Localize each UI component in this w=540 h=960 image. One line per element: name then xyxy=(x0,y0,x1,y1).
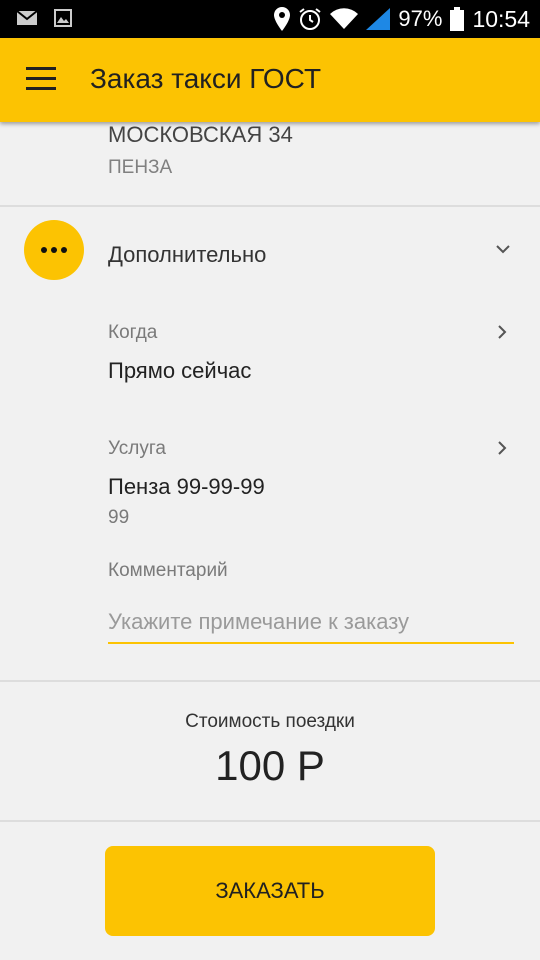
system-icons: 97% 10:54 xyxy=(274,0,530,38)
additional-section-toggle[interactable]: Дополнительно xyxy=(108,242,266,268)
location-icon xyxy=(274,7,291,31)
battery-icon xyxy=(450,7,465,31)
divider xyxy=(0,205,540,207)
chevron-down-icon[interactable] xyxy=(495,244,511,256)
address-street[interactable]: МОСКОВСКАЯ 34 xyxy=(108,122,293,148)
hamburger-menu-icon[interactable] xyxy=(24,67,58,93)
notification-icons xyxy=(16,9,72,27)
divider xyxy=(0,820,540,822)
status-bar: 97% 10:54 xyxy=(0,0,540,38)
signal-icon xyxy=(366,8,391,30)
battery-percent: 97% xyxy=(398,6,443,31)
when-value[interactable]: Прямо сейчас xyxy=(108,358,251,384)
chevron-right-icon[interactable] xyxy=(497,324,509,340)
cost-label: Стоимость поездки xyxy=(185,711,355,732)
app-bar: Заказ такси ГОСТ xyxy=(0,38,540,122)
chevron-right-icon[interactable] xyxy=(497,440,509,456)
gallery-icon xyxy=(54,9,72,27)
page-title: Заказ такси ГОСТ xyxy=(90,63,322,94)
alarm-icon xyxy=(299,8,321,30)
order-button[interactable]: ЗАКАЗАТЬ xyxy=(105,846,435,936)
wifi-icon xyxy=(330,8,359,30)
address-city: ПЕНЗА xyxy=(108,157,173,178)
more-dots-icon xyxy=(24,220,84,280)
clock: 10:54 xyxy=(472,5,530,32)
service-value[interactable]: Пенза 99-99-99 xyxy=(108,474,265,500)
cost-value: 100 Р xyxy=(215,742,325,789)
when-label: Когда xyxy=(108,322,158,343)
divider xyxy=(0,680,540,682)
gmail-icon xyxy=(16,10,38,25)
service-sub-value: 99 xyxy=(108,507,130,528)
service-label: Услуга xyxy=(108,438,166,459)
comment-input[interactable] xyxy=(108,602,514,644)
comment-label: Комментарий xyxy=(108,560,228,581)
